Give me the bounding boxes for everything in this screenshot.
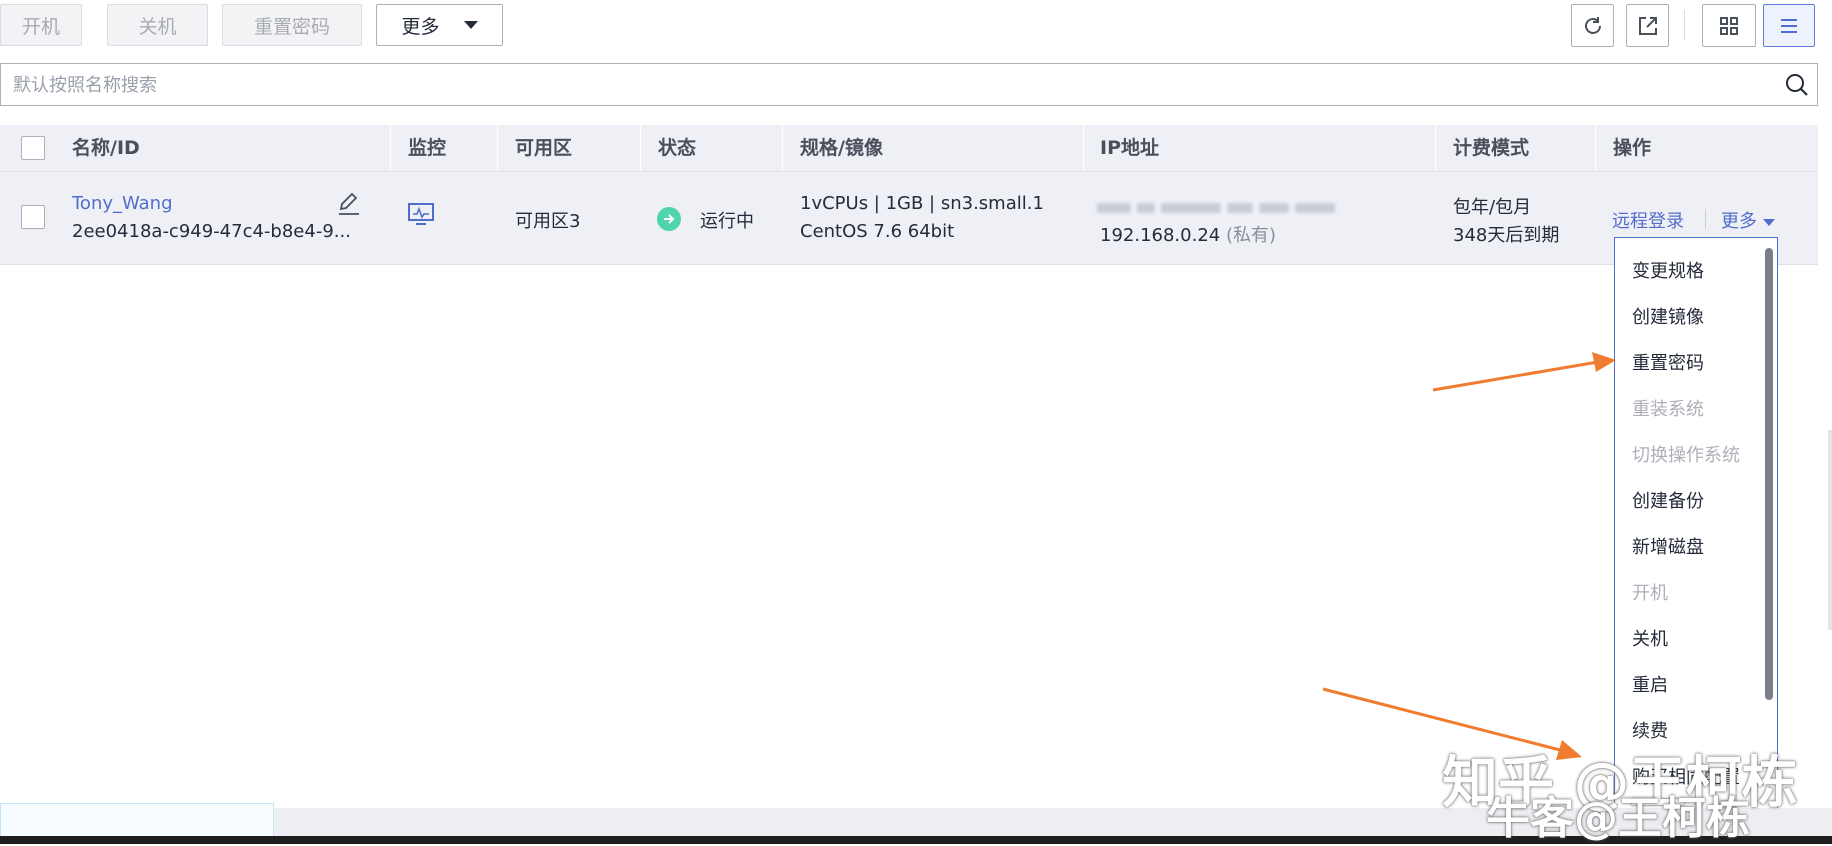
annotation-arrows [1322, 352, 1616, 760]
watermark-nowcoder: 牛客@王柯栋 [1486, 793, 1750, 844]
right-edge-panel [1828, 430, 1832, 630]
annotation-arrow [1432, 352, 1616, 392]
